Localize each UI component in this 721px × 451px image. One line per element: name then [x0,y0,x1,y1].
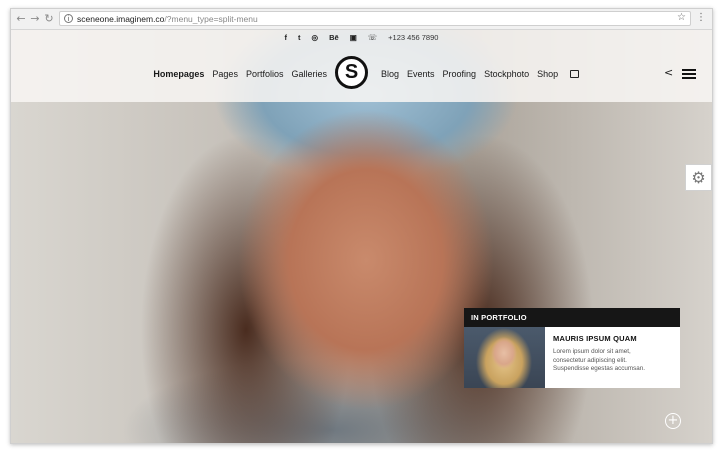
behance-icon[interactable]: Bē [329,30,339,45]
nav-item-events[interactable]: Events [407,67,435,81]
portfolio-card-text: MAURIS IPSUM QUAM Lorem ipsum dolor sit … [545,327,680,388]
portfolio-card-title[interactable]: MAURIS IPSUM QUAM [553,334,672,343]
portfolio-card-body: MAURIS IPSUM QUAM Lorem ipsum dolor sit … [464,327,680,388]
instagram-icon[interactable]: ◎ [312,30,319,45]
portfolio-thumbnail[interactable] [464,327,545,388]
url-path: /?menu_type=split-menu [164,14,258,24]
phone-number: +123 456 7890 [388,33,439,42]
plus-circle-icon[interactable]: + [665,413,681,429]
url-text[interactable]: sceneone.imaginem.co/?menu_type=split-me… [77,13,258,25]
nav-item-blog[interactable]: Blog [381,67,399,81]
hamburger-menu-icon[interactable] [682,69,696,79]
desc-line-3: Suspendisse egestas accumsan. [553,365,646,373]
back-icon[interactable]: ← [15,13,27,25]
twitter-icon[interactable]: t [298,30,301,45]
phone-icon: ☏ [367,33,378,42]
nav-item-portfolios[interactable]: Portfolios [246,67,284,81]
nav-left-group: Homepages Pages Portfolios Galleries [153,67,327,81]
website: f t ◎ Bē ▣ ☏ +123 456 7890 Homepages Pag… [11,30,712,443]
nav-item-stockphoto[interactable]: Stockphoto [484,67,529,81]
social-bar: f t ◎ Bē ▣ ☏ +123 456 7890 [11,30,712,45]
share-icon[interactable]: < [664,67,673,79]
address-bar[interactable]: i sceneone.imaginem.co/?menu_type=split-… [59,11,691,26]
desc-line-1: Lorem ipsum dolor sit amet, [553,348,631,355]
browser-window: ← → ↻ i sceneone.imaginem.co/?menu_type=… [10,8,713,444]
nav-right-group: Blog Events Proofing Stockphoto Shop [381,67,580,81]
info-icon[interactable]: i [64,14,73,23]
nav-item-proofing[interactable]: Proofing [443,67,477,81]
forward-icon[interactable]: → [29,13,41,25]
cart-icon[interactable] [570,70,580,78]
facebook-icon[interactable]: f [285,30,288,45]
settings-gear-icon[interactable]: ⚙ [685,164,712,191]
desc-line-2: consectetur adipiscing elit. [553,356,627,364]
portfolio-card-description: Lorem ipsum dolor sit amet, consectetur … [553,348,672,374]
url-host: sceneone.imaginem.co [77,14,165,24]
nav-item-shop[interactable]: Shop [537,67,558,81]
site-logo[interactable]: S [335,56,368,89]
nav-item-galleries[interactable]: Galleries [291,67,327,81]
reload-icon[interactable]: ↻ [43,13,55,25]
bookmark-star-icon[interactable]: ☆ [677,12,686,23]
nav-item-homepages[interactable]: Homepages [153,67,204,81]
browser-toolbar: ← → ↻ i sceneone.imaginem.co/?menu_type=… [11,9,712,30]
nav-item-pages[interactable]: Pages [212,67,238,81]
portfolio-card[interactable]: IN PORTFOLIO MAURIS IPSUM QUAM Lorem ips… [464,308,680,390]
portfolio-card-heading: IN PORTFOLIO [464,308,680,327]
site-header: f t ◎ Bē ▣ ☏ +123 456 7890 Homepages Pag… [11,30,712,102]
vimeo-icon[interactable]: ▣ [350,30,357,45]
browser-menu-icon[interactable]: ⋮ [696,12,706,24]
